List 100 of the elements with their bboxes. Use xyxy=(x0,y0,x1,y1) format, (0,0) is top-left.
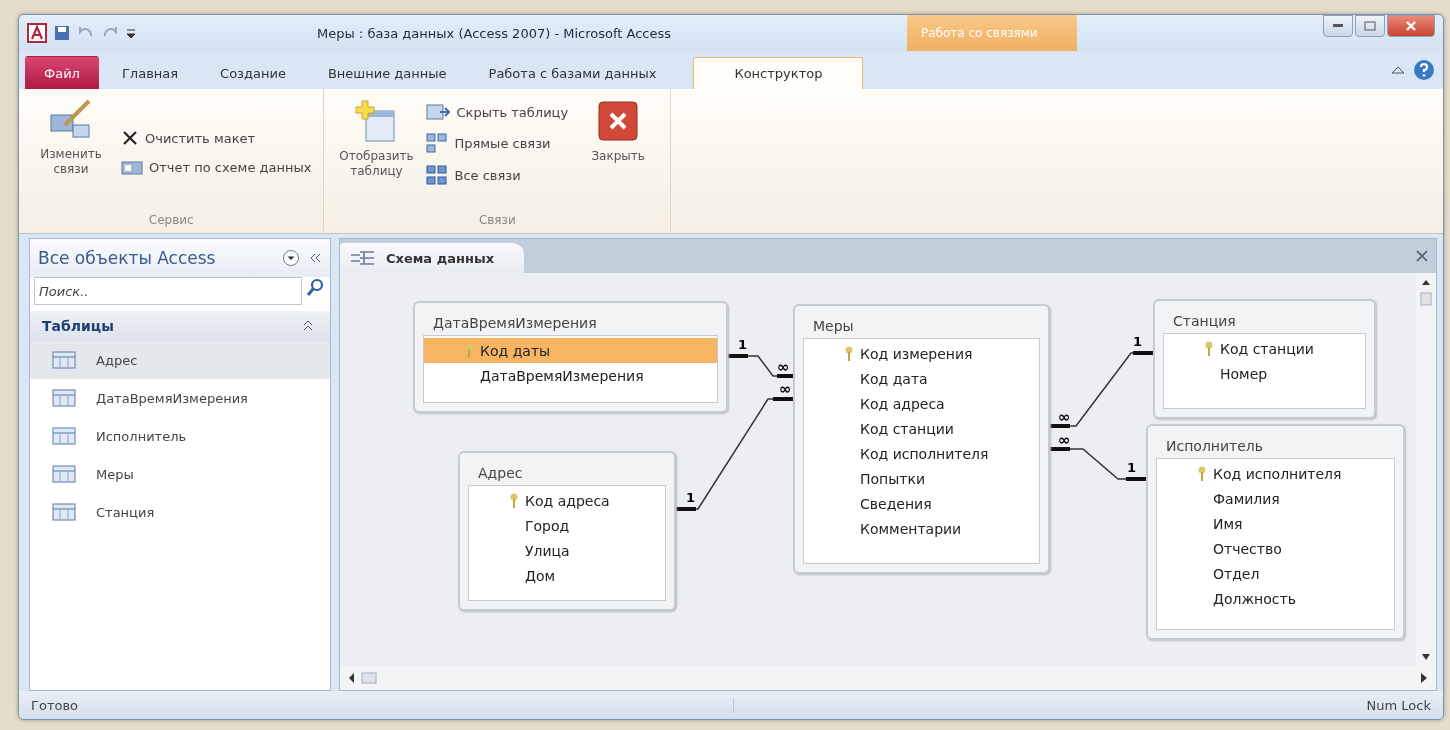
field-item[interactable]: Сведения xyxy=(804,491,1039,516)
relationships-icon xyxy=(350,249,376,267)
field-item[interactable]: Должность xyxy=(1157,586,1394,611)
ribbon-button[interactable]: Изменить связи xyxy=(29,95,113,209)
search-field[interactable]: Поиск.. xyxy=(34,277,302,305)
table-title: Станция xyxy=(1172,312,1237,331)
cardinality-label: 1 xyxy=(1127,460,1137,475)
ribbon-tab[interactable]: Главная xyxy=(102,56,198,89)
ribbon-button[interactable]: Отчет по схеме данных xyxy=(119,157,314,177)
all-relationships-icon xyxy=(426,165,449,185)
horizontal-scrollbar[interactable] xyxy=(340,666,1436,690)
field-item[interactable]: Номер xyxy=(1164,361,1365,386)
cardinality-label: 1 xyxy=(1133,334,1143,349)
key-icon xyxy=(844,345,854,362)
field-item[interactable]: Код даты xyxy=(424,338,717,363)
table-icon xyxy=(52,389,76,407)
field-item[interactable]: Попытки xyxy=(804,466,1039,491)
table-title: ДатаВремяИзмерения xyxy=(432,314,598,333)
document-tab[interactable]: Схема данных xyxy=(340,243,525,273)
ribbon-button[interactable]: Очистить макет xyxy=(119,127,314,149)
field-item[interactable]: Дом xyxy=(469,563,665,588)
minimize-button[interactable] xyxy=(1323,15,1353,37)
field-item[interactable]: Код станции xyxy=(804,416,1039,441)
field-item[interactable]: Код адреса xyxy=(804,391,1039,416)
close-icon xyxy=(1405,20,1417,32)
table-icon xyxy=(52,351,76,369)
cardinality-label: 1 xyxy=(738,337,748,352)
field-item[interactable]: Код исполнителя xyxy=(1157,461,1394,486)
report-icon xyxy=(121,159,143,175)
table-box[interactable]: Адрес Код адреса Город Улица Дом xyxy=(458,451,676,611)
field-item[interactable]: Код дата xyxy=(804,366,1039,391)
cardinality-label: ∞ xyxy=(777,358,790,376)
status-text: Готово xyxy=(19,697,734,713)
vertical-scrollbar[interactable] xyxy=(1416,273,1436,666)
close-tab-icon[interactable] xyxy=(1416,250,1428,262)
direct-relationships-icon xyxy=(426,133,449,153)
collapse-group-icon xyxy=(302,319,314,333)
window-title: Меры : база данных (Access 2007) - Microsoft Access xyxy=(317,25,673,41)
cardinality-label: 1 xyxy=(686,490,696,505)
table-box[interactable]: Станция Код станции Номер xyxy=(1153,299,1376,419)
table-icon xyxy=(52,427,76,445)
scroll-down-icon[interactable] xyxy=(1420,652,1432,662)
table-title: Исполнитель xyxy=(1165,437,1265,456)
cardinality-label: ∞ xyxy=(1058,431,1071,449)
help-icon xyxy=(1413,59,1435,81)
field-item[interactable]: Код исполнителя xyxy=(804,441,1039,466)
ribbon-button[interactable]: Прямые связи xyxy=(424,131,571,155)
field-item[interactable]: ДатаВремяИзмерения xyxy=(424,363,717,388)
pane-title: Все объекты Access xyxy=(38,248,217,268)
group-title: Таблицы xyxy=(42,318,114,334)
table-box[interactable]: Исполнитель Код исполнителя Фамилия Имя Отчество Отдел Должность xyxy=(1146,424,1405,640)
close-button[interactable] xyxy=(1387,15,1435,37)
status-indicator: Num Lock xyxy=(1365,697,1432,713)
key-icon xyxy=(1204,340,1214,357)
table-title: Меры xyxy=(812,317,855,336)
field-item[interactable]: Комментарии xyxy=(804,516,1039,541)
key-icon xyxy=(509,492,519,509)
save-icon xyxy=(53,24,71,42)
ribbon-tab[interactable]: Создание xyxy=(201,56,305,89)
close-icon xyxy=(596,99,641,143)
file-tab[interactable]: Файл xyxy=(25,56,99,89)
dropdown-icon xyxy=(282,249,300,267)
group-label: Сервис xyxy=(147,212,195,229)
maximize-icon xyxy=(1364,21,1376,31)
field-item[interactable]: Улица xyxy=(469,538,665,563)
ribbon-button[interactable]: Отобразить таблицу xyxy=(334,95,419,209)
field-item[interactable]: Отчество xyxy=(1157,536,1394,561)
field-item[interactable]: Имя xyxy=(1157,511,1394,536)
table-title: Адрес xyxy=(477,464,524,483)
ribbon-tab[interactable]: Конструктор xyxy=(693,57,864,89)
field-item[interactable]: Код измерения xyxy=(804,341,1039,366)
hide-table-icon xyxy=(426,103,451,121)
table-box[interactable]: ДатаВремяИзмерения Код даты ДатаВремяИзмерения xyxy=(413,301,728,413)
collapse-ribbon-icon xyxy=(1391,65,1405,75)
field-item[interactable]: Код адреса xyxy=(469,488,665,513)
table-icon xyxy=(52,503,76,521)
key-icon xyxy=(1197,465,1207,482)
ribbon-tab[interactable]: Внешние данные xyxy=(308,56,466,89)
nav-item[interactable]: Адрес xyxy=(30,341,330,379)
collapse-pane-icon xyxy=(308,251,322,265)
table-icon xyxy=(52,465,76,483)
field-item[interactable]: Город xyxy=(469,513,665,538)
field-item[interactable]: Фамилия xyxy=(1157,486,1394,511)
group-label: Связи xyxy=(477,212,517,229)
minimize-icon xyxy=(1333,24,1343,28)
table-box[interactable]: Меры Код измерения Код дата Код адреса Код станции Код исполнителя Попытки Сведения Комментарии xyxy=(793,304,1050,574)
ribbon-tab[interactable]: Работа с базами данных xyxy=(469,56,676,89)
ribbon-button[interactable]: Все связи xyxy=(424,163,571,187)
cardinality-label: ∞ xyxy=(1058,408,1071,426)
clear-icon xyxy=(121,129,139,147)
field-item[interactable]: Код станции xyxy=(1164,336,1365,361)
context-tab-header: Работа со связями xyxy=(907,15,1077,51)
group-header[interactable]: Таблицы xyxy=(30,311,330,341)
app-logo-icon xyxy=(27,23,47,43)
search-icon xyxy=(304,277,326,299)
ribbon-button[interactable]: Закрыть xyxy=(576,95,661,209)
ribbon-button[interactable]: Скрыть таблицу xyxy=(424,101,571,123)
key-icon xyxy=(464,342,474,359)
cardinality-label: ∞ xyxy=(779,380,792,398)
field-item[interactable]: Отдел xyxy=(1157,561,1394,586)
